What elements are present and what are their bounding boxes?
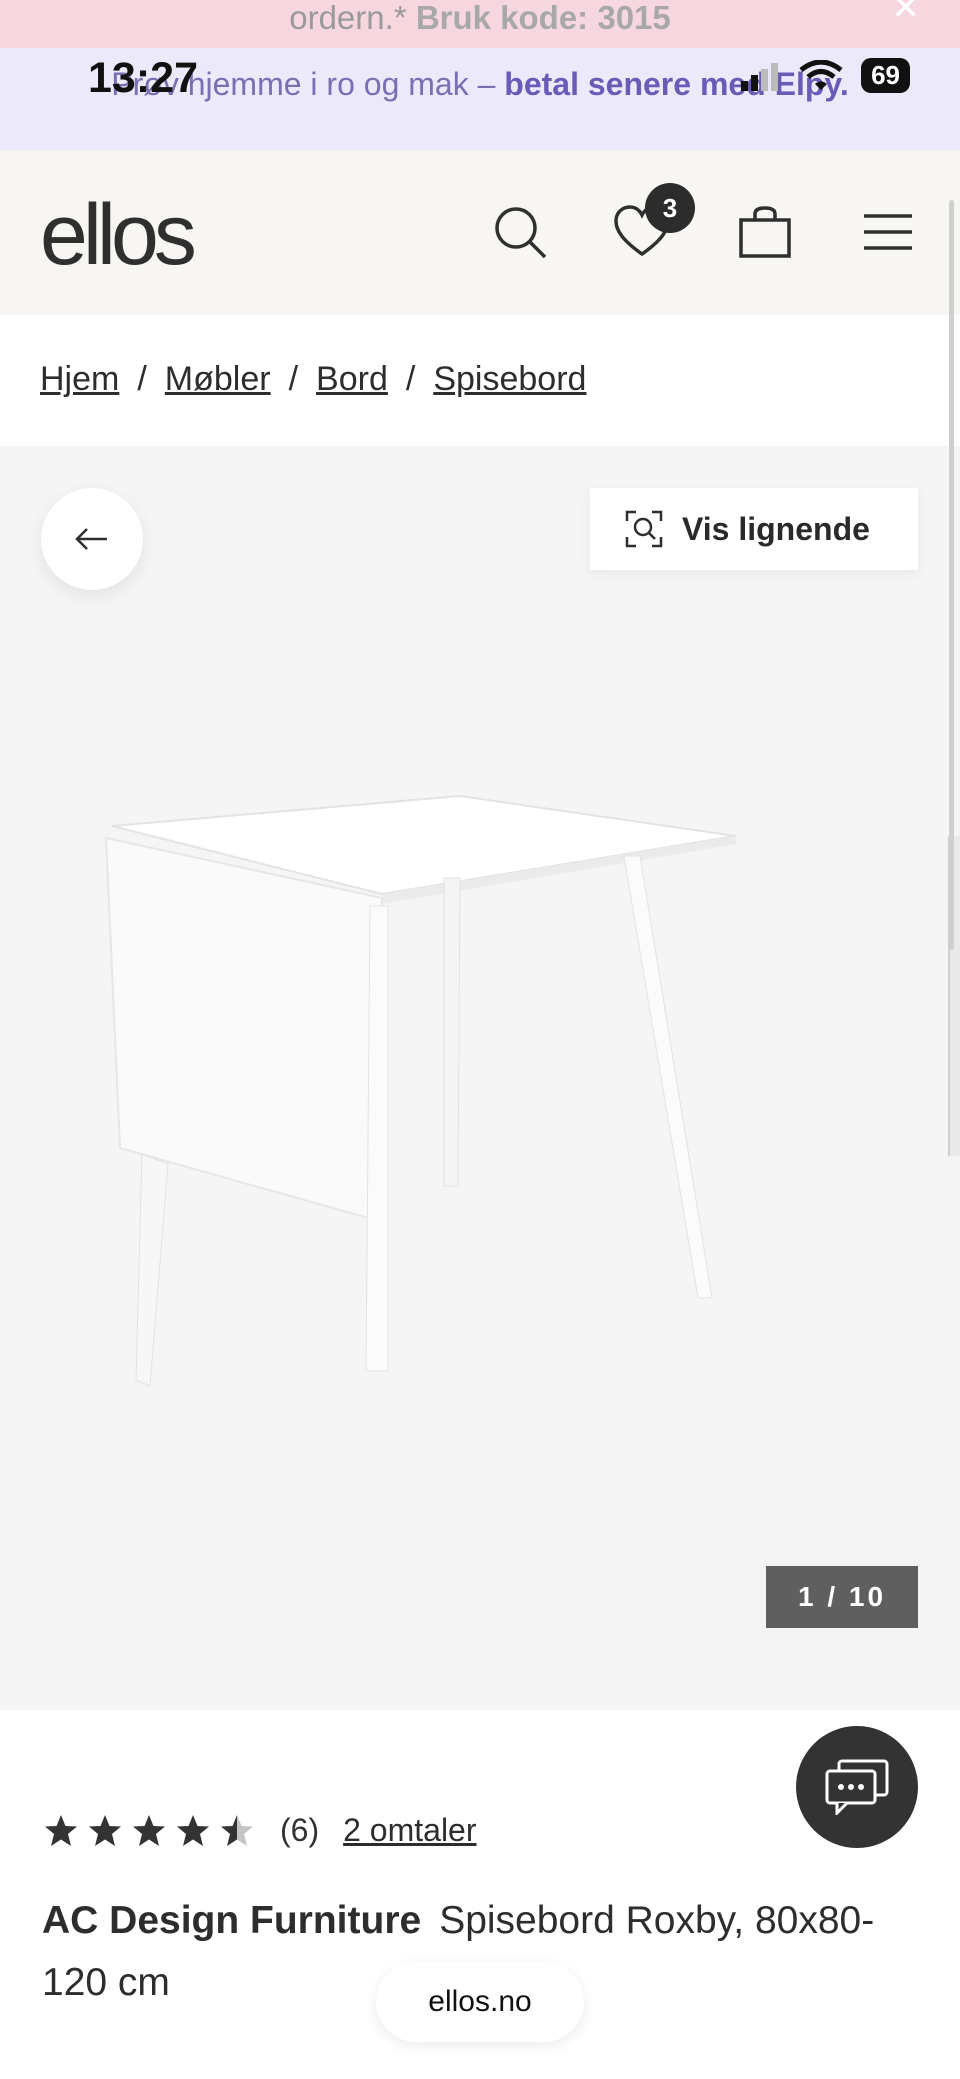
visual-search-icon	[625, 510, 663, 548]
search-icon[interactable]	[490, 202, 550, 262]
product-image	[104, 794, 737, 1387]
wishlist-count-badge: 3	[645, 183, 695, 233]
breadcrumb-home[interactable]: Hjem	[40, 360, 119, 399]
close-icon[interactable]: ✕	[892, 0, 921, 26]
status-icons: 69	[741, 58, 910, 93]
back-button[interactable]	[41, 488, 143, 590]
shopping-bag-icon[interactable]	[735, 202, 795, 262]
rating-count: (6)	[280, 1812, 320, 1848]
product-brand[interactable]: AC Design Furniture	[42, 1899, 421, 1942]
star-icon	[89, 1814, 121, 1846]
browser-url-bar[interactable]: ellos.no	[376, 1962, 584, 2042]
chat-icon	[825, 1759, 889, 1815]
show-similar-button[interactable]: Vis lignende	[590, 488, 918, 570]
wifi-icon	[799, 59, 843, 90]
breadcrumb-tables[interactable]: Bord	[316, 360, 388, 399]
menu-icon[interactable]	[858, 202, 918, 262]
breadcrumb: Hjem / Møbler / Bord / Spisebord	[40, 360, 587, 399]
star-icon	[45, 1814, 77, 1846]
promo-code: Bruk kode: 3015	[415, 0, 671, 36]
promo-banner-code[interactable]: ordern.* Bruk kode: 3015 ✕	[0, 0, 960, 48]
star-icon	[177, 1814, 209, 1846]
page-scrollbar[interactable]	[949, 200, 954, 950]
battery-icon: 69	[861, 58, 910, 93]
breadcrumb-dining-tables[interactable]: Spisebord	[433, 360, 586, 399]
chat-button[interactable]	[796, 1726, 918, 1848]
site-logo[interactable]: ellos	[40, 186, 197, 285]
product-gallery[interactable]: Vis lignende 1 / 10	[0, 446, 960, 1710]
promo-code-text: ordern.*	[289, 0, 416, 36]
image-counter: 1 / 10	[766, 1566, 918, 1628]
show-similar-label: Vis lignende	[682, 510, 870, 547]
star-icon	[133, 1814, 165, 1846]
signal-icon	[741, 62, 779, 91]
site-header: ellos 3	[0, 150, 960, 315]
status-time: 13:27	[88, 54, 198, 102]
arrow-left-icon	[75, 528, 107, 550]
reviews-link[interactable]: 2 omtaler	[343, 1812, 476, 1849]
star-icon	[221, 1814, 253, 1846]
rating-stars	[42, 1813, 256, 1849]
product-rating: (6) 2 omtaler	[42, 1812, 477, 1849]
breadcrumb-furniture[interactable]: Møbler	[165, 360, 271, 399]
